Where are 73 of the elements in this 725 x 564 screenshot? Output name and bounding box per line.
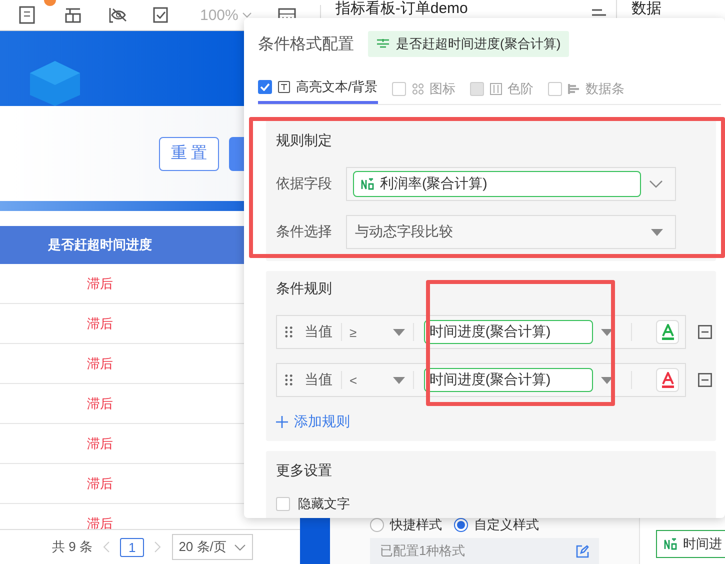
section-title: 更多设置 [276, 461, 333, 480]
page-button[interactable]: 1 [120, 538, 144, 556]
document-icon[interactable] [18, 6, 36, 24]
text-color-button[interactable] [656, 368, 679, 392]
checkbox[interactable] [548, 82, 562, 96]
total-count: 共 9 条 [52, 538, 92, 556]
tab-label: 高亮文本/背景 [296, 78, 378, 96]
dropdown-arrow-icon [651, 228, 663, 236]
drag-handle-icon[interactable] [285, 326, 293, 338]
section-title: 条件规则 [276, 279, 333, 298]
document-title: 指标看板-订单demo [335, 0, 469, 17]
grid-icon [412, 82, 424, 94]
cube-drawing [30, 61, 80, 106]
chevron-down-icon [649, 180, 663, 188]
dropdown-arrow-icon [393, 328, 406, 336]
rule-subject: 当值 [304, 323, 333, 341]
number-field-icon [360, 177, 374, 191]
rule-subject: 当值 [304, 371, 333, 389]
field-tag[interactable]: 时间进 [656, 530, 725, 558]
field-select[interactable]: 利润率(聚合计算) [346, 167, 676, 201]
hidden-eye-icon[interactable] [108, 6, 128, 24]
dropdown-arrow-icon [601, 376, 614, 384]
dropdown-arrow-icon [601, 328, 614, 336]
remove-icon[interactable] [698, 373, 712, 387]
tab-label: 数据条 [586, 80, 625, 98]
tab-label: 图标 [430, 80, 456, 98]
panel-title: 数据 [631, 0, 662, 17]
table-cell: 滞后 [87, 514, 113, 529]
reset-button[interactable]: 重 置 [159, 136, 219, 170]
remove-icon[interactable] [698, 325, 712, 339]
drag-handle-icon[interactable] [285, 374, 293, 386]
format-tab[interactable]: 图标 [392, 70, 456, 104]
field-tag: 是否赶超时间进度(聚合计算) [368, 31, 569, 57]
plus-icon [276, 416, 288, 428]
compare-field-select[interactable]: 时间进度(聚合计算) [424, 368, 594, 392]
radio-button[interactable] [454, 518, 468, 532]
checkbox[interactable] [258, 80, 272, 94]
tab-label: 色阶 [508, 80, 534, 98]
page-size-select[interactable]: 20 条/页 [172, 534, 254, 560]
number-field-icon [663, 537, 677, 551]
table-cell: 滞后 [87, 474, 113, 492]
checkbox[interactable] [392, 82, 406, 96]
operator-select[interactable]: ≥ [349, 324, 386, 340]
table-cell: 滞后 [87, 434, 113, 452]
text-color-button[interactable] [656, 320, 679, 344]
checkbox-icon[interactable] [152, 6, 170, 24]
table-cell: 滞后 [87, 354, 113, 372]
radio-label: 快捷样式 [390, 516, 442, 534]
table-cell: 滞后 [87, 274, 113, 292]
edit-icon[interactable] [576, 544, 589, 558]
checkbox[interactable] [276, 497, 290, 511]
chevron-down-icon [234, 544, 246, 550]
operator-select[interactable]: < [349, 372, 386, 388]
field-label: 依据字段 [276, 175, 333, 193]
text-icon [278, 81, 290, 93]
dropdown-arrow-icon [393, 376, 406, 384]
section-title: 规则制定 [276, 131, 333, 150]
chevron-down-icon[interactable] [242, 12, 252, 18]
layout-icon[interactable] [64, 6, 82, 24]
add-rule-button[interactable]: 添加规则 [276, 413, 350, 431]
table-cell: 滞后 [87, 314, 113, 332]
radio-button[interactable] [370, 518, 384, 532]
condition-select[interactable]: 与动态字段比较 [346, 215, 676, 249]
option-label: 隐藏文字 [298, 495, 350, 513]
popup-title: 条件格式配置 [258, 34, 354, 54]
radio-label: 自定义样式 [474, 516, 539, 534]
table-cell: 滞后 [87, 394, 113, 412]
configured-format-field[interactable]: 已配置1种格式 [370, 538, 599, 564]
bar-icon [568, 82, 580, 94]
scale-icon [490, 82, 502, 94]
compare-field-select[interactable]: 时间进度(聚合计算) [424, 320, 594, 344]
format-tab[interactable]: 高亮文本/背景 [258, 70, 378, 104]
format-tab[interactable]: 数据条 [548, 70, 625, 104]
